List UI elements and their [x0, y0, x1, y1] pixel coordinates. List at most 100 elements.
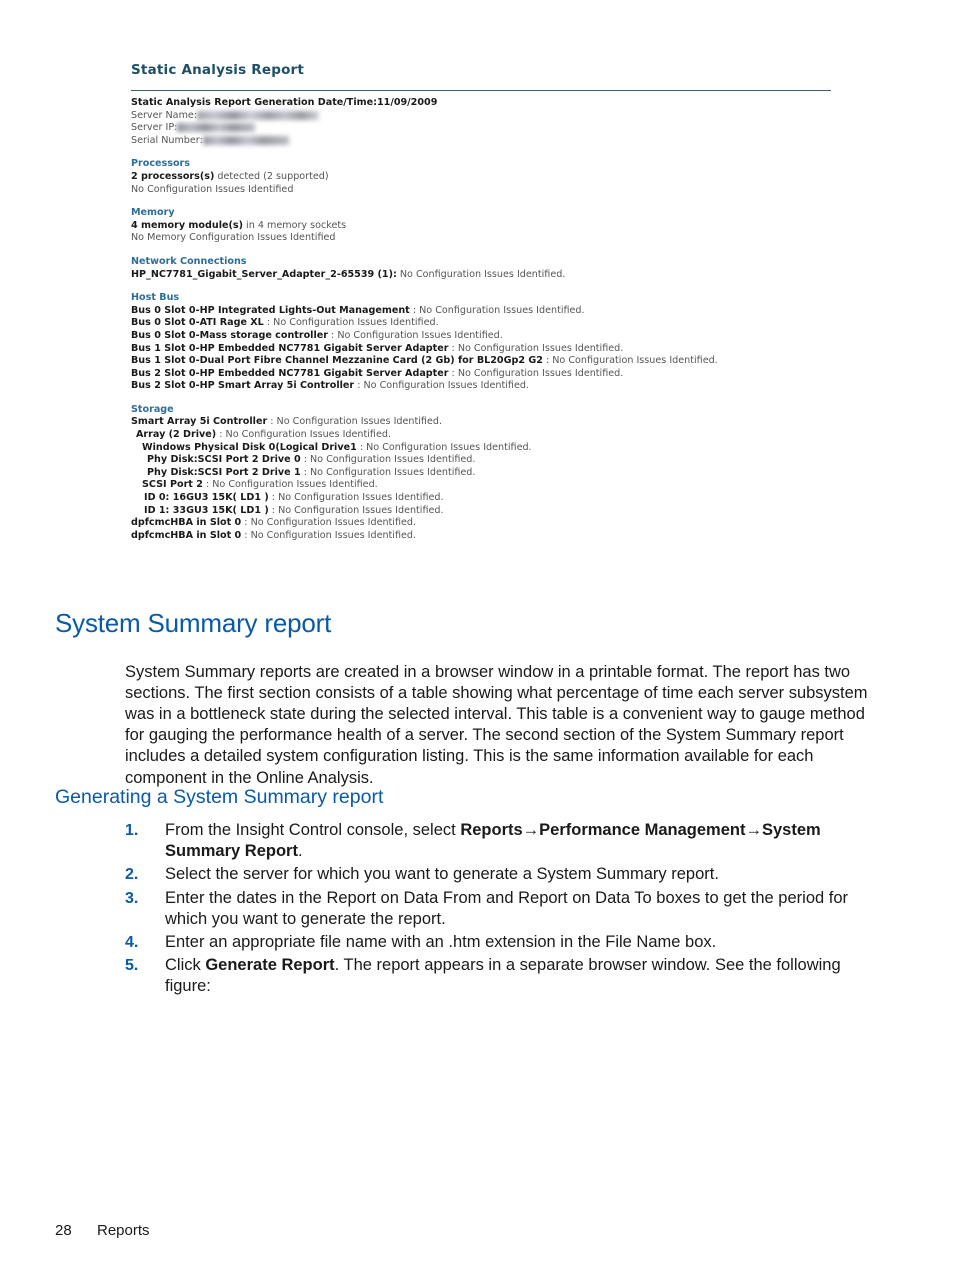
- line-rest: : No Configuration Issues Identified.: [268, 504, 444, 516]
- field-server-name-value-redacted: [197, 110, 320, 120]
- subsection-title: Generating a System Summary report: [55, 786, 384, 808]
- figure-line: SCSI Port 2 : No Configuration Issues Id…: [131, 479, 831, 492]
- figure-section-heading-network-connections: Network Connections: [131, 255, 247, 267]
- line-bold: Phy Disk:SCSI Port 2 Drive 1: [147, 466, 301, 478]
- step-text: Click Generate Report. The report appear…: [165, 956, 841, 996]
- figure-line: Bus 1 Slot 0-Dual Port Fibre Channel Mez…: [131, 355, 831, 368]
- line-bold: Bus 1 Slot 0-HP Embedded NC7781 Gigabit …: [131, 342, 449, 354]
- line-rest: : No Configuration Issues Identified.: [354, 380, 529, 392]
- figure-line: ID 0: 16GU3 15K( LD1 ) : No Configuratio…: [131, 492, 831, 505]
- line-bold: ID 0: 16GU3 15K( LD1 ): [144, 492, 269, 504]
- field-server-name: Server Name:: [131, 110, 831, 123]
- step-text: Select the server for which you want to …: [165, 865, 719, 884]
- figure-line: Smart Array 5i Controller : No Configura…: [131, 416, 831, 429]
- figure-line: Phy Disk:SCSI Port 2 Drive 1 : No Config…: [131, 467, 831, 480]
- line-bold: Bus 2 Slot 0-HP Embedded NC7781 Gigabit …: [131, 367, 449, 379]
- figure-line: Bus 2 Slot 0-HP Embedded NC7781 Gigabit …: [131, 368, 831, 381]
- step-number: 5.: [125, 957, 139, 975]
- field-serial-number: Serial Number:: [131, 135, 831, 148]
- line-rest: : No Configuration Issues Identified.: [328, 329, 503, 341]
- line-bold: dpfcmcHBA in Slot 0: [131, 529, 242, 541]
- section-paragraph: System Summary reports are created in a …: [125, 662, 868, 787]
- figure-section-heading-storage: Storage: [131, 403, 174, 415]
- line-bold: Smart Array 5i Controller: [131, 416, 268, 428]
- figure-line: 4 memory module(s) in 4 memory sockets: [131, 220, 831, 233]
- static-analysis-report-figure: Static Analysis Report Static Analysis R…: [131, 62, 831, 542]
- report-generation-line: Static Analysis Report Generation Date/T…: [131, 97, 438, 108]
- line-rest: : No Configuration Issues Identified.: [448, 342, 624, 354]
- line-rest: : No Configuration Issues Identified.: [216, 429, 392, 441]
- line-rest: : No Configuration Issues Identified.: [542, 355, 718, 367]
- figure-body: Static Analysis Report Generation Date/T…: [131, 97, 831, 542]
- figure-line: Bus 0 Slot 0-HP Integrated Lights-Out Ma…: [131, 305, 831, 318]
- figure-line: HP_NC7781_Gigabit_Server_Adapter_2-65539…: [131, 269, 831, 282]
- line-bold: 2 processors(s): [131, 170, 215, 182]
- step-text: Enter an appropriate file name with an .…: [165, 933, 717, 952]
- figure-line: No Memory Configuration Issues Identifie…: [131, 232, 831, 245]
- line-rest: : No Configuration Issues Identified.: [263, 317, 439, 329]
- line-rest: : No Configuration Issues Identified.: [300, 454, 476, 466]
- line-bold: HP_NC7781_Gigabit_Server_Adapter_2-65539…: [131, 268, 397, 280]
- line-rest: detected (2 supported): [214, 170, 329, 182]
- field-server-ip-value-redacted: [177, 123, 256, 133]
- figure-line: ID 1: 33GU3 15K( LD1 ) : No Configuratio…: [131, 505, 831, 518]
- line-rest: : No Configuration Issues Identified.: [267, 416, 442, 428]
- figure-line: Bus 0 Slot 0-ATI Rage XL : No Configurat…: [131, 317, 831, 330]
- step-number: 4.: [125, 934, 139, 952]
- line-rest: : No Configuration Issues Identified.: [202, 479, 378, 491]
- list-item: 2. Select the server for which you want …: [125, 864, 875, 885]
- page-footer: 28 Reports: [55, 1222, 150, 1239]
- footer-chapter-name: Reports: [97, 1222, 150, 1239]
- line-bold: Bus 1 Slot 0-Dual Port Fibre Channel Mez…: [131, 355, 543, 367]
- line-rest: No Configuration Issues Identified.: [396, 268, 566, 280]
- field-server-ip-label: Server IP:: [131, 122, 178, 134]
- step-number: 3.: [125, 889, 139, 907]
- list-item: 1. From the Insight Control console, sel…: [125, 820, 875, 862]
- line-rest: in 4 memory sockets: [243, 219, 347, 231]
- line-rest: No Configuration Issues Identified: [131, 183, 294, 195]
- line-rest: : No Configuration Issues Identified.: [356, 441, 532, 453]
- line-rest: : No Configuration Issues Identified.: [241, 529, 417, 541]
- line-bold: dpfcmcHBA in Slot 0: [131, 517, 242, 529]
- figure-line: Array (2 Drive) : No Configuration Issue…: [131, 429, 831, 442]
- figure-section-heading-host-bus: Host Bus: [131, 292, 180, 304]
- figure-line: No Configuration Issues Identified: [131, 184, 831, 197]
- field-serial-number-value-redacted: [202, 135, 289, 145]
- figure-divider: [131, 90, 831, 91]
- figure-line: 2 processors(s) detected (2 supported): [131, 171, 831, 184]
- step-number: 1.: [125, 822, 139, 839]
- line-rest: : No Configuration Issues Identified.: [300, 466, 476, 478]
- figure-line: dpfcmcHBA in Slot 0 : No Configuration I…: [131, 530, 831, 543]
- page-title: System Summary report: [55, 608, 332, 638]
- list-item: 5. Click Generate Report. The report app…: [125, 955, 875, 997]
- field-server-ip: Server IP:: [131, 122, 831, 135]
- field-server-name-label: Server Name:: [131, 109, 198, 121]
- figure-section-heading-memory: Memory: [131, 207, 175, 219]
- document-page: { "figure": { "title": "Static Analysis …: [0, 0, 954, 1271]
- field-serial-number-label: Serial Number:: [131, 134, 203, 146]
- line-bold: Phy Disk:SCSI Port 2 Drive 0: [147, 454, 301, 466]
- step-text: From the Insight Control console, select…: [165, 821, 821, 861]
- line-rest: : No Configuration Issues Identified.: [268, 492, 444, 504]
- line-rest: : No Configuration Issues Identified.: [241, 517, 417, 529]
- figure-line: Phy Disk:SCSI Port 2 Drive 0 : No Config…: [131, 454, 831, 467]
- line-bold: Windows Physical Disk 0(Logical Drive1: [142, 441, 357, 453]
- step-text: Enter the dates in the Report on Data Fr…: [165, 888, 849, 928]
- procedure-steps-list: 1. From the Insight Control console, sel…: [125, 820, 875, 1000]
- figure-line: dpfcmcHBA in Slot 0 : No Configuration I…: [131, 517, 831, 530]
- line-bold: Bus 2 Slot 0-HP Smart Array 5i Controlle…: [131, 380, 355, 392]
- line-bold: Bus 0 Slot 0-HP Integrated Lights-Out Ma…: [131, 304, 410, 316]
- line-bold: Bus 0 Slot 0-Mass storage controller: [131, 329, 328, 341]
- line-bold: SCSI Port 2: [142, 479, 203, 491]
- list-item: 4. Enter an appropriate file name with a…: [125, 932, 875, 953]
- line-bold: ID 1: 33GU3 15K( LD1 ): [144, 504, 269, 516]
- figure-section-heading-processors: Processors: [131, 158, 191, 170]
- line-bold: Bus 0 Slot 0-ATI Rage XL: [131, 317, 264, 329]
- figure-line: Bus 1 Slot 0-HP Embedded NC7781 Gigabit …: [131, 343, 831, 356]
- figure-line: Bus 0 Slot 0-Mass storage controller : N…: [131, 330, 831, 343]
- line-rest: No Memory Configuration Issues Identifie…: [131, 232, 336, 244]
- line-bold: Array (2 Drive): [136, 429, 217, 441]
- figure-line: Windows Physical Disk 0(Logical Drive1 :…: [131, 442, 831, 455]
- figure-title: Static Analysis Report: [131, 62, 305, 78]
- line-rest: : No Configuration Issues Identified.: [409, 304, 585, 316]
